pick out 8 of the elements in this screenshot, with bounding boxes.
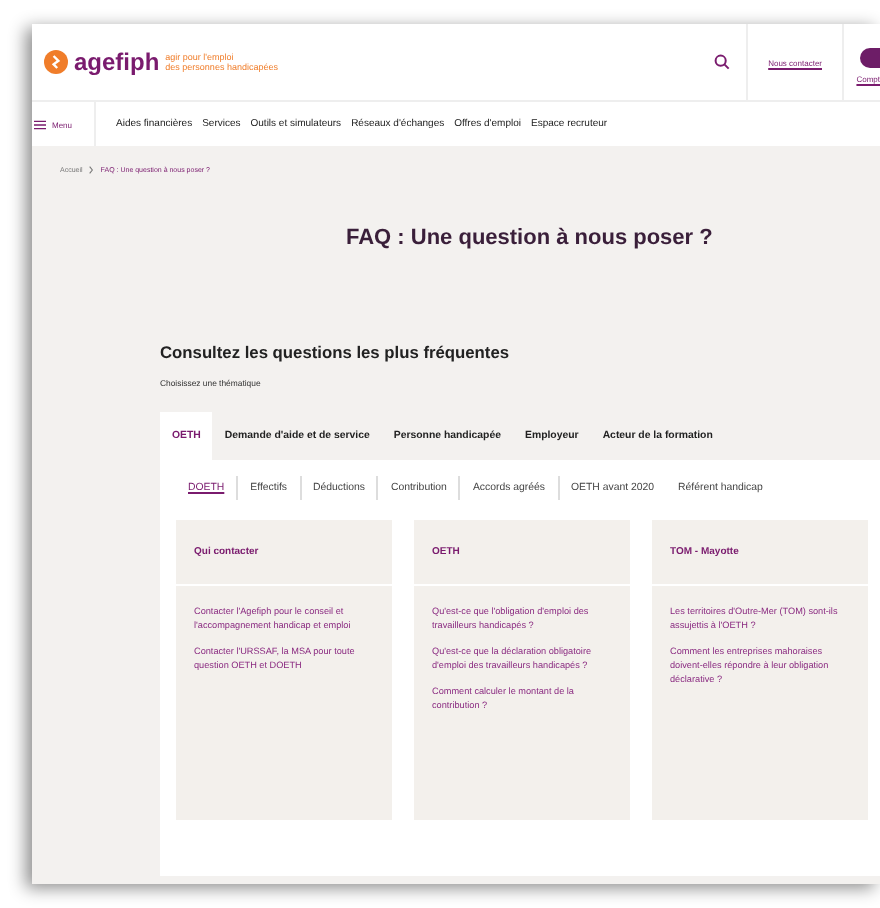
logo-wordmark[interactable]: agefiph <box>74 48 160 76</box>
logo-icon <box>44 50 68 74</box>
chevron-icon <box>88 166 95 174</box>
section-heading: Consultez les questions les plus fréquentes <box>160 342 512 362</box>
page-title: FAQ : Une question à nous poser ? <box>346 226 715 250</box>
search-icon <box>714 54 731 70</box>
account-button[interactable] <box>860 48 880 68</box>
menu-icon <box>34 119 46 129</box>
